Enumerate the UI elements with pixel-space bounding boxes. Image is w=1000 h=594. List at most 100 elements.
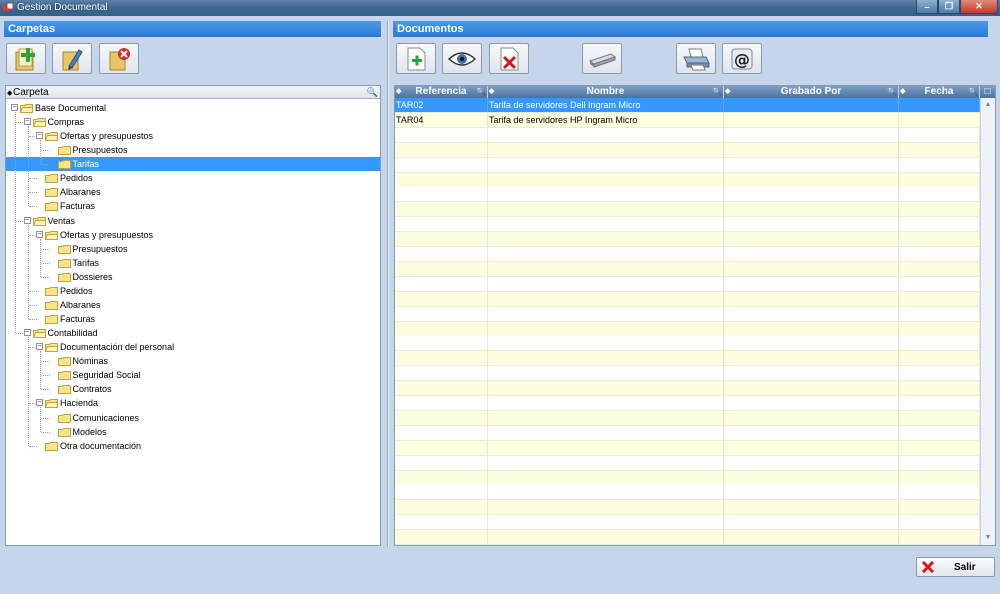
tree-item[interactable]: Facturas bbox=[6, 312, 380, 326]
empty-table-row[interactable] bbox=[395, 232, 980, 248]
empty-table-row[interactable] bbox=[395, 127, 980, 143]
tree-column-header[interactable]: ◆ Carpeta 🔍 bbox=[6, 86, 380, 99]
tree-item[interactable]: Tarifas bbox=[6, 256, 380, 270]
tree-item[interactable]: − Hacienda bbox=[6, 396, 380, 410]
empty-table-row[interactable] bbox=[395, 440, 980, 456]
empty-table-row[interactable] bbox=[395, 142, 980, 158]
tree-item[interactable]: Contratos bbox=[6, 382, 380, 396]
add-document-button[interactable] bbox=[396, 43, 436, 74]
tree-item[interactable]: − Compras bbox=[6, 115, 380, 129]
table-cell bbox=[488, 336, 724, 351]
edit-folder-button[interactable] bbox=[52, 43, 92, 74]
tree-item[interactable]: Pedidos bbox=[6, 171, 380, 185]
empty-table-row[interactable] bbox=[395, 381, 980, 397]
tree-item[interactable]: − Ofertas y presupuestos bbox=[6, 129, 380, 143]
tree-item[interactable]: − Base Documental bbox=[6, 101, 380, 115]
empty-table-row[interactable] bbox=[395, 455, 980, 471]
tree-item[interactable]: − Ventas bbox=[6, 214, 380, 228]
empty-table-row[interactable] bbox=[395, 157, 980, 173]
empty-table-row[interactable] bbox=[395, 366, 980, 382]
maximize-button[interactable]: ❐ bbox=[938, 0, 960, 14]
empty-table-row[interactable] bbox=[395, 217, 980, 233]
table-row[interactable]: TAR04 Tarifa de servidores HP Ingram Micr… bbox=[395, 112, 980, 128]
tree-item[interactable]: Otra documentación bbox=[6, 439, 380, 453]
tree-item[interactable]: Facturas bbox=[6, 199, 380, 213]
tree-item[interactable]: Presupuestos bbox=[6, 143, 380, 157]
empty-table-row[interactable] bbox=[395, 351, 980, 367]
folder-open-icon bbox=[44, 132, 58, 142]
empty-table-row[interactable] bbox=[395, 470, 980, 486]
tree-item[interactable]: − Documentación del personal bbox=[6, 340, 380, 354]
folder-open-icon bbox=[32, 329, 46, 339]
tree-item[interactable]: Albaranes bbox=[6, 185, 380, 199]
exit-button[interactable]: Salir bbox=[916, 557, 995, 577]
expand-collapse-icon[interactable]: − bbox=[23, 216, 31, 224]
tree-item[interactable]: Pedidos bbox=[6, 284, 380, 298]
column-header-grabado-por[interactable]: ◆ Grabado Por 🔍 bbox=[724, 86, 899, 98]
empty-table-row[interactable] bbox=[395, 172, 980, 188]
tree-item[interactable]: Albaranes bbox=[6, 298, 380, 312]
tree-item[interactable]: Modelos bbox=[6, 425, 380, 439]
tree-item-label: Base Documental bbox=[35, 103, 107, 113]
expand-collapse-icon[interactable]: − bbox=[36, 343, 43, 351]
empty-table-row[interactable] bbox=[395, 530, 980, 545]
table-row[interactable]: TAR02 Tarifa de servidores Dell Ingram Mi… bbox=[395, 98, 980, 113]
delete-document-button[interactable] bbox=[489, 43, 529, 74]
expand-collapse-icon[interactable]: − bbox=[36, 132, 43, 140]
delete-folder-button[interactable] bbox=[99, 43, 139, 74]
scroll-up-icon[interactable]: ▲ bbox=[983, 100, 993, 110]
empty-table-row[interactable] bbox=[395, 485, 980, 501]
empty-table-row[interactable] bbox=[395, 321, 980, 337]
empty-table-row[interactable] bbox=[395, 276, 980, 292]
email-icon: @ bbox=[731, 48, 753, 69]
minimize-button[interactable]: – bbox=[916, 0, 938, 14]
scan-button[interactable] bbox=[582, 43, 622, 74]
empty-table-row[interactable] bbox=[395, 306, 980, 322]
expand-collapse-icon[interactable]: − bbox=[36, 230, 43, 238]
empty-table-row[interactable] bbox=[395, 425, 980, 441]
empty-table-row[interactable] bbox=[395, 396, 980, 411]
column-header-nombre[interactable]: ◆ Nombre 🔍 bbox=[488, 86, 724, 98]
print-button[interactable] bbox=[676, 43, 716, 74]
table-cell bbox=[724, 187, 899, 202]
expand-collapse-icon[interactable]: − bbox=[36, 399, 43, 407]
tree-item[interactable]: Presupuestos bbox=[6, 242, 380, 256]
email-button[interactable]: @ bbox=[722, 43, 762, 74]
column-header-fecha[interactable]: ◆ Fecha 🔍 bbox=[899, 86, 980, 98]
panel-splitter[interactable] bbox=[387, 21, 389, 547]
empty-table-row[interactable] bbox=[395, 202, 980, 218]
expand-collapse-icon[interactable]: − bbox=[11, 104, 18, 111]
scroll-down-icon[interactable]: ▼ bbox=[983, 533, 993, 543]
empty-table-row[interactable] bbox=[395, 247, 980, 262]
empty-table-row[interactable] bbox=[395, 187, 980, 203]
expand-collapse-icon[interactable]: − bbox=[23, 329, 31, 337]
search-icon[interactable]: 🔍 bbox=[968, 86, 978, 98]
search-icon[interactable]: 🔍 bbox=[476, 86, 486, 98]
column-header-referencia[interactable]: ◆ Referencia 🔍 bbox=[395, 86, 488, 98]
tree-item[interactable]: Nóminas bbox=[6, 354, 380, 368]
empty-table-row[interactable] bbox=[395, 336, 980, 352]
empty-table-row[interactable] bbox=[395, 410, 980, 426]
empty-table-row[interactable] bbox=[395, 261, 980, 277]
tree-item[interactable]: − Contabilidad bbox=[6, 326, 380, 340]
empty-table-row[interactable] bbox=[395, 515, 980, 531]
new-folder-button[interactable] bbox=[6, 43, 46, 74]
search-icon[interactable]: 🔍 bbox=[367, 86, 378, 99]
tree-item[interactable]: Tarifas bbox=[6, 157, 380, 172]
empty-table-row[interactable] bbox=[395, 500, 980, 516]
tree-item[interactable]: Dossieres bbox=[6, 270, 380, 284]
search-icon[interactable]: 🔍 bbox=[712, 86, 722, 98]
table-cell bbox=[724, 410, 899, 425]
expand-collapse-icon[interactable]: − bbox=[23, 118, 31, 126]
search-icon[interactable]: 🔍 bbox=[887, 86, 897, 98]
documents-grid[interactable]: ◆ Referencia 🔍 ◆ Nombre 🔍 ◆ Grabado Por 🔍 ◆ Fec… bbox=[394, 85, 996, 546]
empty-table-row[interactable] bbox=[395, 291, 980, 307]
view-document-button[interactable] bbox=[442, 43, 482, 74]
tree-item[interactable]: Seguridad Social bbox=[6, 368, 380, 382]
vertical-scrollbar[interactable]: ▲ ▼ bbox=[980, 98, 995, 545]
folder-tree[interactable]: ◆ Carpeta 🔍 − Base Documental − Compras − Ofe… bbox=[5, 85, 381, 546]
close-button[interactable]: ✕ bbox=[960, 0, 998, 14]
column-chooser-button[interactable]: □ bbox=[980, 86, 995, 98]
tree-item[interactable]: Comunicaciones bbox=[6, 411, 380, 425]
tree-item[interactable]: − Ofertas y presupuestos bbox=[6, 228, 380, 242]
